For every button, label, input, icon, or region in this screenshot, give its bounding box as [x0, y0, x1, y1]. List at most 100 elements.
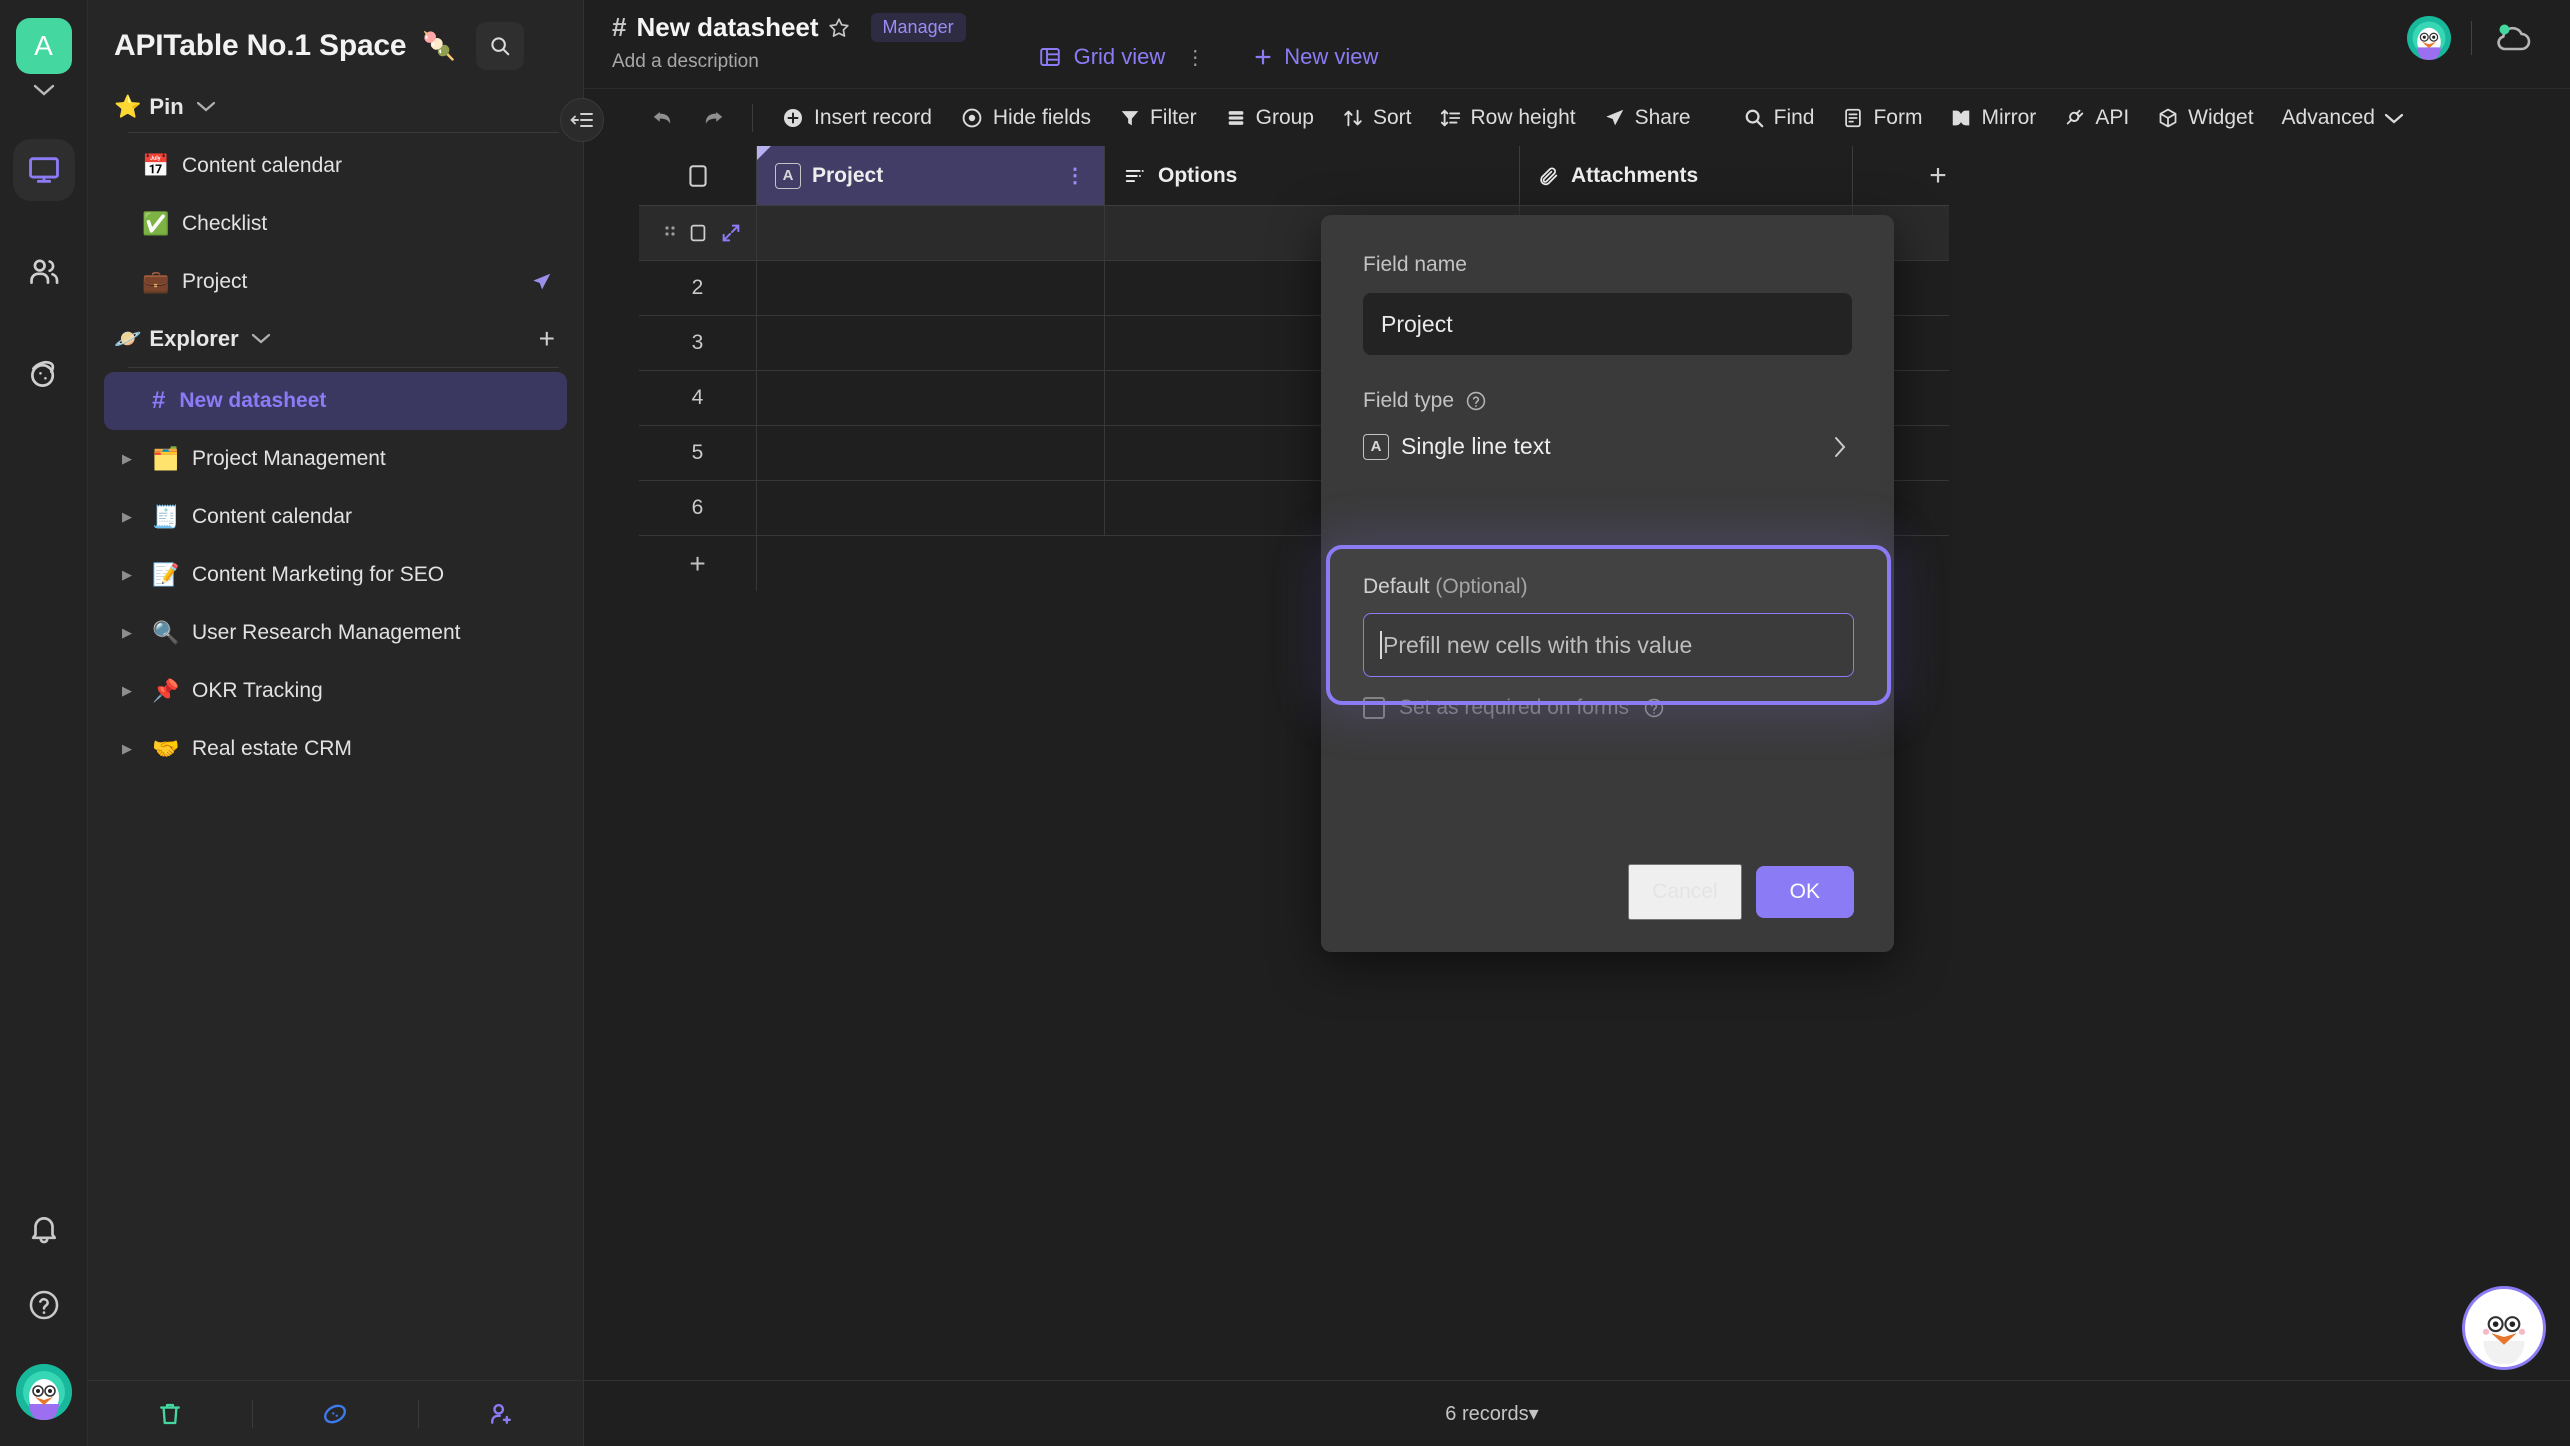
- single-line-text-icon: A: [1363, 433, 1389, 460]
- chevron-down-icon[interactable]: ▾: [1529, 1403, 1539, 1425]
- form-button[interactable]: Form: [1828, 96, 1936, 140]
- add-view-button[interactable]: New view: [1230, 26, 1400, 88]
- field-type-label-text: Field type: [1363, 389, 1455, 412]
- list-item-label: Checklist: [182, 212, 268, 235]
- cell-project[interactable]: [757, 426, 1105, 480]
- chevron-right-icon[interactable]: [1832, 434, 1848, 460]
- cancel-button[interactable]: Cancel: [1628, 864, 1742, 920]
- sidebar-item-members[interactable]: [13, 241, 75, 303]
- chevron-right-icon[interactable]: ▶: [122, 625, 138, 641]
- cell-project[interactable]: [757, 261, 1105, 315]
- add-record-button[interactable]: +: [639, 536, 757, 591]
- undo-button[interactable]: [638, 96, 688, 140]
- column-header-options[interactable]: Options: [1105, 146, 1520, 205]
- list-item[interactable]: ▶ 🗂️ Project Management: [104, 430, 567, 488]
- trash-button[interactable]: [88, 1381, 252, 1446]
- column-menu-icon[interactable]: ⋮: [1065, 163, 1086, 188]
- filter-button[interactable]: Filter: [1105, 96, 1211, 140]
- chevron-right-icon[interactable]: ▶: [122, 683, 138, 699]
- row-height-button[interactable]: Row height: [1426, 96, 1590, 140]
- list-item[interactable]: ▶ 🤝 Real estate CRM: [104, 720, 567, 778]
- chevron-down-icon[interactable]: [33, 84, 55, 97]
- list-item[interactable]: ▶ 📝 Content Marketing for SEO: [104, 546, 567, 604]
- widget-button[interactable]: Widget: [2143, 96, 2267, 140]
- select-all-checkbox[interactable]: [639, 146, 757, 205]
- description-placeholder[interactable]: Add a description: [612, 51, 966, 73]
- send-icon[interactable]: [531, 271, 553, 293]
- help-circle-icon[interactable]: [1465, 390, 1487, 412]
- list-item[interactable]: ▶ 🧾 Content calendar: [104, 488, 567, 546]
- group-button[interactable]: Group: [1211, 96, 1328, 140]
- explorer-section-header[interactable]: 🪐 Explorer +: [88, 311, 583, 365]
- cell-project[interactable]: [757, 316, 1105, 370]
- chevron-right-icon[interactable]: ▶: [122, 451, 138, 467]
- hide-fields-button[interactable]: Hide fields: [946, 96, 1105, 140]
- ok-button[interactable]: OK: [1755, 866, 1854, 918]
- list-item[interactable]: 💼 Project: [104, 253, 567, 311]
- chevron-down-icon[interactable]: [251, 333, 271, 345]
- row-checkbox[interactable]: [687, 222, 709, 244]
- add-node-button[interactable]: +: [539, 323, 555, 355]
- field-name-label: Field name: [1363, 253, 1467, 276]
- template-center-button[interactable]: [253, 1381, 417, 1446]
- insert-record-button[interactable]: Insert record: [767, 96, 946, 140]
- sort-button[interactable]: Sort: [1328, 96, 1426, 140]
- chevron-right-icon[interactable]: ▶: [122, 741, 138, 757]
- notification-bell-icon[interactable]: [27, 1212, 61, 1246]
- share-button[interactable]: Share: [1590, 96, 1705, 140]
- default-value-input[interactable]: Prefill new cells with this value: [1363, 613, 1854, 677]
- cloud-sync-icon[interactable]: [2492, 21, 2536, 55]
- row-height-icon: [1440, 107, 1462, 129]
- list-item[interactable]: ▶ 🔍 User Research Management: [104, 604, 567, 662]
- pin-section-header[interactable]: ⭐ Pin: [88, 82, 583, 130]
- sidebar-item-new-datasheet[interactable]: # New datasheet: [104, 372, 567, 430]
- api-button[interactable]: API: [2050, 96, 2143, 140]
- rail-bottom-nav: [0, 1212, 87, 1446]
- mirror-button[interactable]: Mirror: [1936, 96, 2050, 140]
- record-count[interactable]: 6 records▾: [1445, 1401, 1538, 1426]
- chevron-right-icon[interactable]: ▶: [122, 567, 138, 583]
- hash-icon: #: [152, 387, 166, 414]
- sidebar-item-space[interactable]: [13, 343, 75, 405]
- row-index: 5: [639, 426, 757, 480]
- list-item-label: Content calendar: [192, 505, 352, 528]
- column-header-project[interactable]: A Project ⋮: [757, 146, 1105, 205]
- pin-section-label: Pin: [149, 94, 184, 119]
- list-item[interactable]: 📅 Content calendar: [104, 137, 567, 195]
- advanced-button[interactable]: Advanced: [2268, 96, 2418, 140]
- add-field-button[interactable]: +: [1853, 146, 2023, 205]
- redo-button[interactable]: [688, 96, 738, 140]
- cell-project[interactable]: [757, 371, 1105, 425]
- view-more-icon[interactable]: ⋮: [1185, 45, 1206, 70]
- toolbar-label: Row height: [1470, 105, 1576, 129]
- row-controls[interactable]: [639, 206, 757, 260]
- workspace-avatar[interactable]: A: [15, 18, 72, 74]
- chevron-down-icon[interactable]: [196, 101, 216, 113]
- star-outline-icon[interactable]: [827, 16, 851, 40]
- cell-project[interactable]: [757, 481, 1105, 535]
- page-title[interactable]: New datasheet: [636, 12, 818, 43]
- field-type-select[interactable]: A Single line text: [1363, 429, 1852, 464]
- cell-project[interactable]: [757, 206, 1105, 260]
- folder-emoji-icon: 🗂️: [152, 446, 180, 471]
- drag-handle-icon[interactable]: [664, 223, 676, 243]
- undo-icon: [650, 105, 676, 131]
- space-name[interactable]: APITable No.1 Space: [114, 29, 407, 63]
- avatar[interactable]: [15, 1364, 72, 1420]
- column-header-attachments[interactable]: Attachments: [1520, 146, 1853, 205]
- help-circle-icon[interactable]: [27, 1288, 61, 1322]
- find-button[interactable]: Find: [1729, 96, 1829, 140]
- list-item[interactable]: ✅ Checklist: [104, 195, 567, 253]
- field-name-input[interactable]: [1363, 293, 1852, 355]
- search-button[interactable]: [476, 22, 525, 70]
- sidebar-item-workbench[interactable]: [12, 139, 75, 201]
- list-item[interactable]: ▶ 📌 OKR Tracking: [104, 662, 567, 720]
- assistant-bot-button[interactable]: [2462, 1286, 2546, 1370]
- chevron-right-icon[interactable]: ▶: [122, 509, 138, 525]
- expand-record-icon[interactable]: [720, 222, 742, 244]
- collapse-sidebar-button[interactable]: [560, 98, 604, 142]
- tab-grid-view[interactable]: Grid view ⋮: [1013, 26, 1231, 88]
- invite-member-button[interactable]: [419, 1381, 583, 1446]
- collapse-sidebar-icon: [570, 110, 594, 130]
- user-avatar[interactable]: [2407, 16, 2451, 60]
